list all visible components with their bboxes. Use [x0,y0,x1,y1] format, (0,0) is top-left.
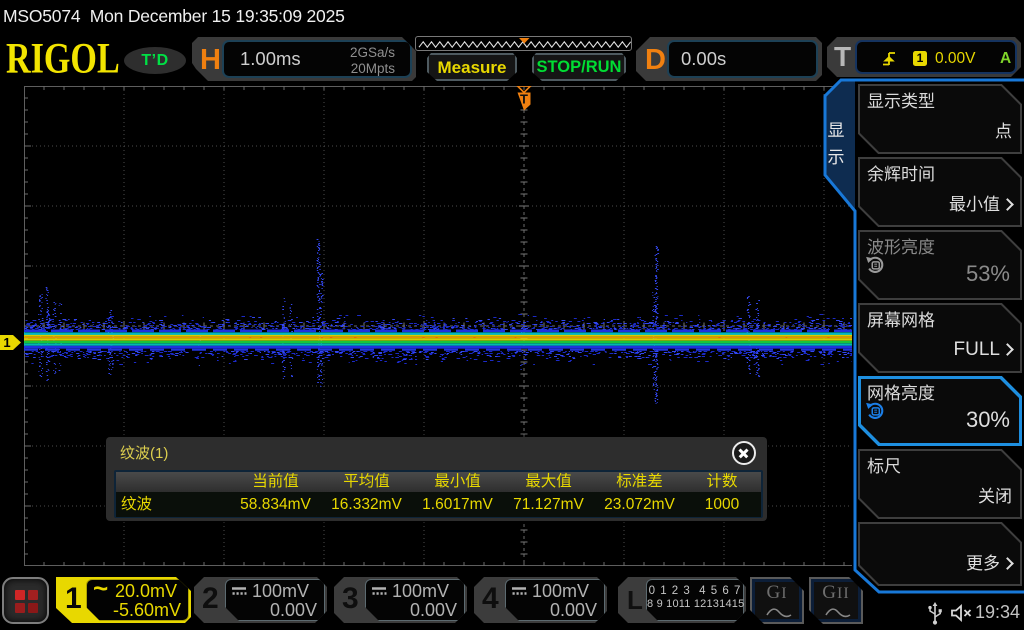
svg-text:示: 示 [828,148,845,167]
svg-text:显: 显 [828,121,845,140]
svg-text:T: T [520,92,528,107]
